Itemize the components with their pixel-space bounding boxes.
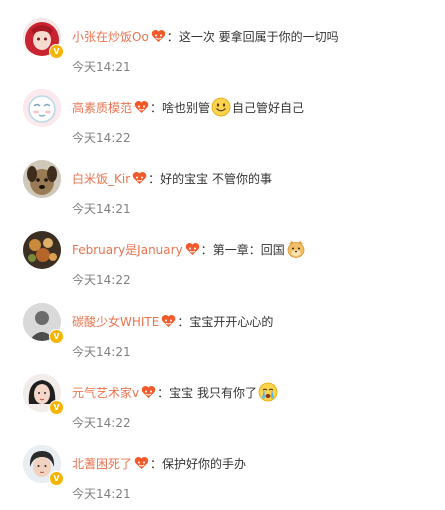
- separator: ：: [177, 314, 190, 329]
- comment-item: V 北蓍困死了 ： 保护好你的手办 今天14:21: [0, 440, 445, 510]
- verified-badge: V: [49, 471, 64, 486]
- comment-time: 今天14:22: [72, 273, 131, 287]
- fan-heart-icon[interactable]: [134, 100, 149, 114]
- comment-time: 今天14:22: [72, 416, 131, 430]
- comment-item: 高素质模范 ： 啥也别管 自己管好自己 今天14:22: [0, 84, 445, 154]
- avatar[interactable]: V: [23, 18, 64, 59]
- comment-time: 今天14:21: [72, 345, 131, 359]
- comment-item: February是January ： 第一章：回国 今天14:22: [0, 226, 445, 296]
- separator: ：: [148, 171, 161, 186]
- comment-text: 保护好你的手办: [162, 456, 247, 471]
- comment-item: V 小张在炒饭Oo ： 这一次 要拿回属于你的一切吗 今天14:21: [0, 13, 445, 83]
- fan-heart-icon[interactable]: [134, 456, 149, 470]
- comment-line: 小张在炒饭Oo ： 这一次 要拿回属于你的一切吗: [72, 26, 339, 46]
- username-link[interactable]: 小张在炒饭Oo: [72, 28, 149, 45]
- comment-list: V 小张在炒饭Oo ： 这一次 要拿回属于你的一切吗 今天14:21 高素质模范…: [0, 0, 445, 506]
- verified-badge: V: [49, 400, 64, 415]
- fan-heart-icon[interactable]: [141, 385, 156, 399]
- comment-line: 碳酸少女WHITE ： 宝宝开开心心的: [72, 311, 273, 331]
- doge-emoji-icon: [286, 239, 306, 259]
- comment-text: 这一次 要拿回属于你的一切吗: [178, 29, 339, 44]
- comment-item: V 碳酸少女WHITE ： 宝宝开开心心的 今天14:21: [0, 298, 445, 368]
- separator: ：: [157, 385, 170, 400]
- comment-text: 第一章：回国: [212, 242, 285, 257]
- avatar[interactable]: [23, 89, 61, 127]
- comment-text: 好的宝宝 不管你的事: [160, 171, 272, 186]
- comment-time: 今天14:21: [72, 60, 131, 74]
- avatar-image: [23, 160, 61, 198]
- avatar-image: [23, 89, 61, 127]
- username-link[interactable]: 元气艺术家v: [72, 384, 139, 401]
- username-link[interactable]: 北蓍困死了: [72, 455, 132, 472]
- avatar-image: [23, 231, 61, 269]
- separator: ：: [150, 456, 163, 471]
- comment-time: 今天14:21: [72, 487, 131, 501]
- comment-line: 白米饭_Kir ： 好的宝宝 不管你的事: [72, 168, 272, 188]
- comment-item: 白米饭_Kir ： 好的宝宝 不管你的事 今天14:21: [0, 155, 445, 225]
- username-link[interactable]: 高素质模范: [72, 99, 132, 116]
- comment-line: 高素质模范 ： 啥也别管 自己管好自己: [72, 97, 304, 117]
- avatar[interactable]: [23, 160, 61, 198]
- smile-emoji-icon: [211, 97, 231, 117]
- comment-time: 今天14:21: [72, 202, 131, 216]
- username-link[interactable]: February是January: [72, 241, 183, 258]
- fan-heart-icon[interactable]: [161, 314, 176, 328]
- fan-heart-icon[interactable]: [151, 29, 166, 43]
- fan-heart-icon[interactable]: [185, 242, 200, 256]
- avatar[interactable]: V: [23, 374, 64, 415]
- avatar[interactable]: V: [23, 445, 64, 486]
- comment-text: 宝宝开开心心的: [189, 314, 274, 329]
- avatar[interactable]: V: [23, 303, 64, 344]
- fan-heart-icon[interactable]: [132, 171, 147, 185]
- username-link[interactable]: 白米饭_Kir: [72, 170, 130, 187]
- verified-badge: V: [49, 329, 64, 344]
- comment-text-continued: 自己管好自己: [232, 100, 305, 115]
- comment-item: V 元气艺术家v ： 宝宝 我只有你了 今天14:22: [0, 369, 445, 439]
- separator: ：: [166, 29, 179, 44]
- comment-line: 元气艺术家v ： 宝宝 我只有你了: [72, 382, 279, 402]
- comment-time: 今天14:22: [72, 131, 131, 145]
- verified-badge: V: [49, 44, 64, 59]
- separator: ：: [150, 100, 163, 115]
- avatar[interactable]: [23, 231, 61, 269]
- crying-emoji-icon: [258, 382, 278, 402]
- comment-text: 宝宝 我只有你了: [169, 385, 257, 400]
- comment-line: February是January ： 第一章：回国: [72, 239, 307, 259]
- separator: ：: [200, 242, 213, 257]
- comment-text: 啥也别管: [162, 100, 211, 115]
- comment-line: 北蓍困死了 ： 保护好你的手办: [72, 453, 246, 473]
- username-link[interactable]: 碳酸少女WHITE: [72, 313, 159, 330]
